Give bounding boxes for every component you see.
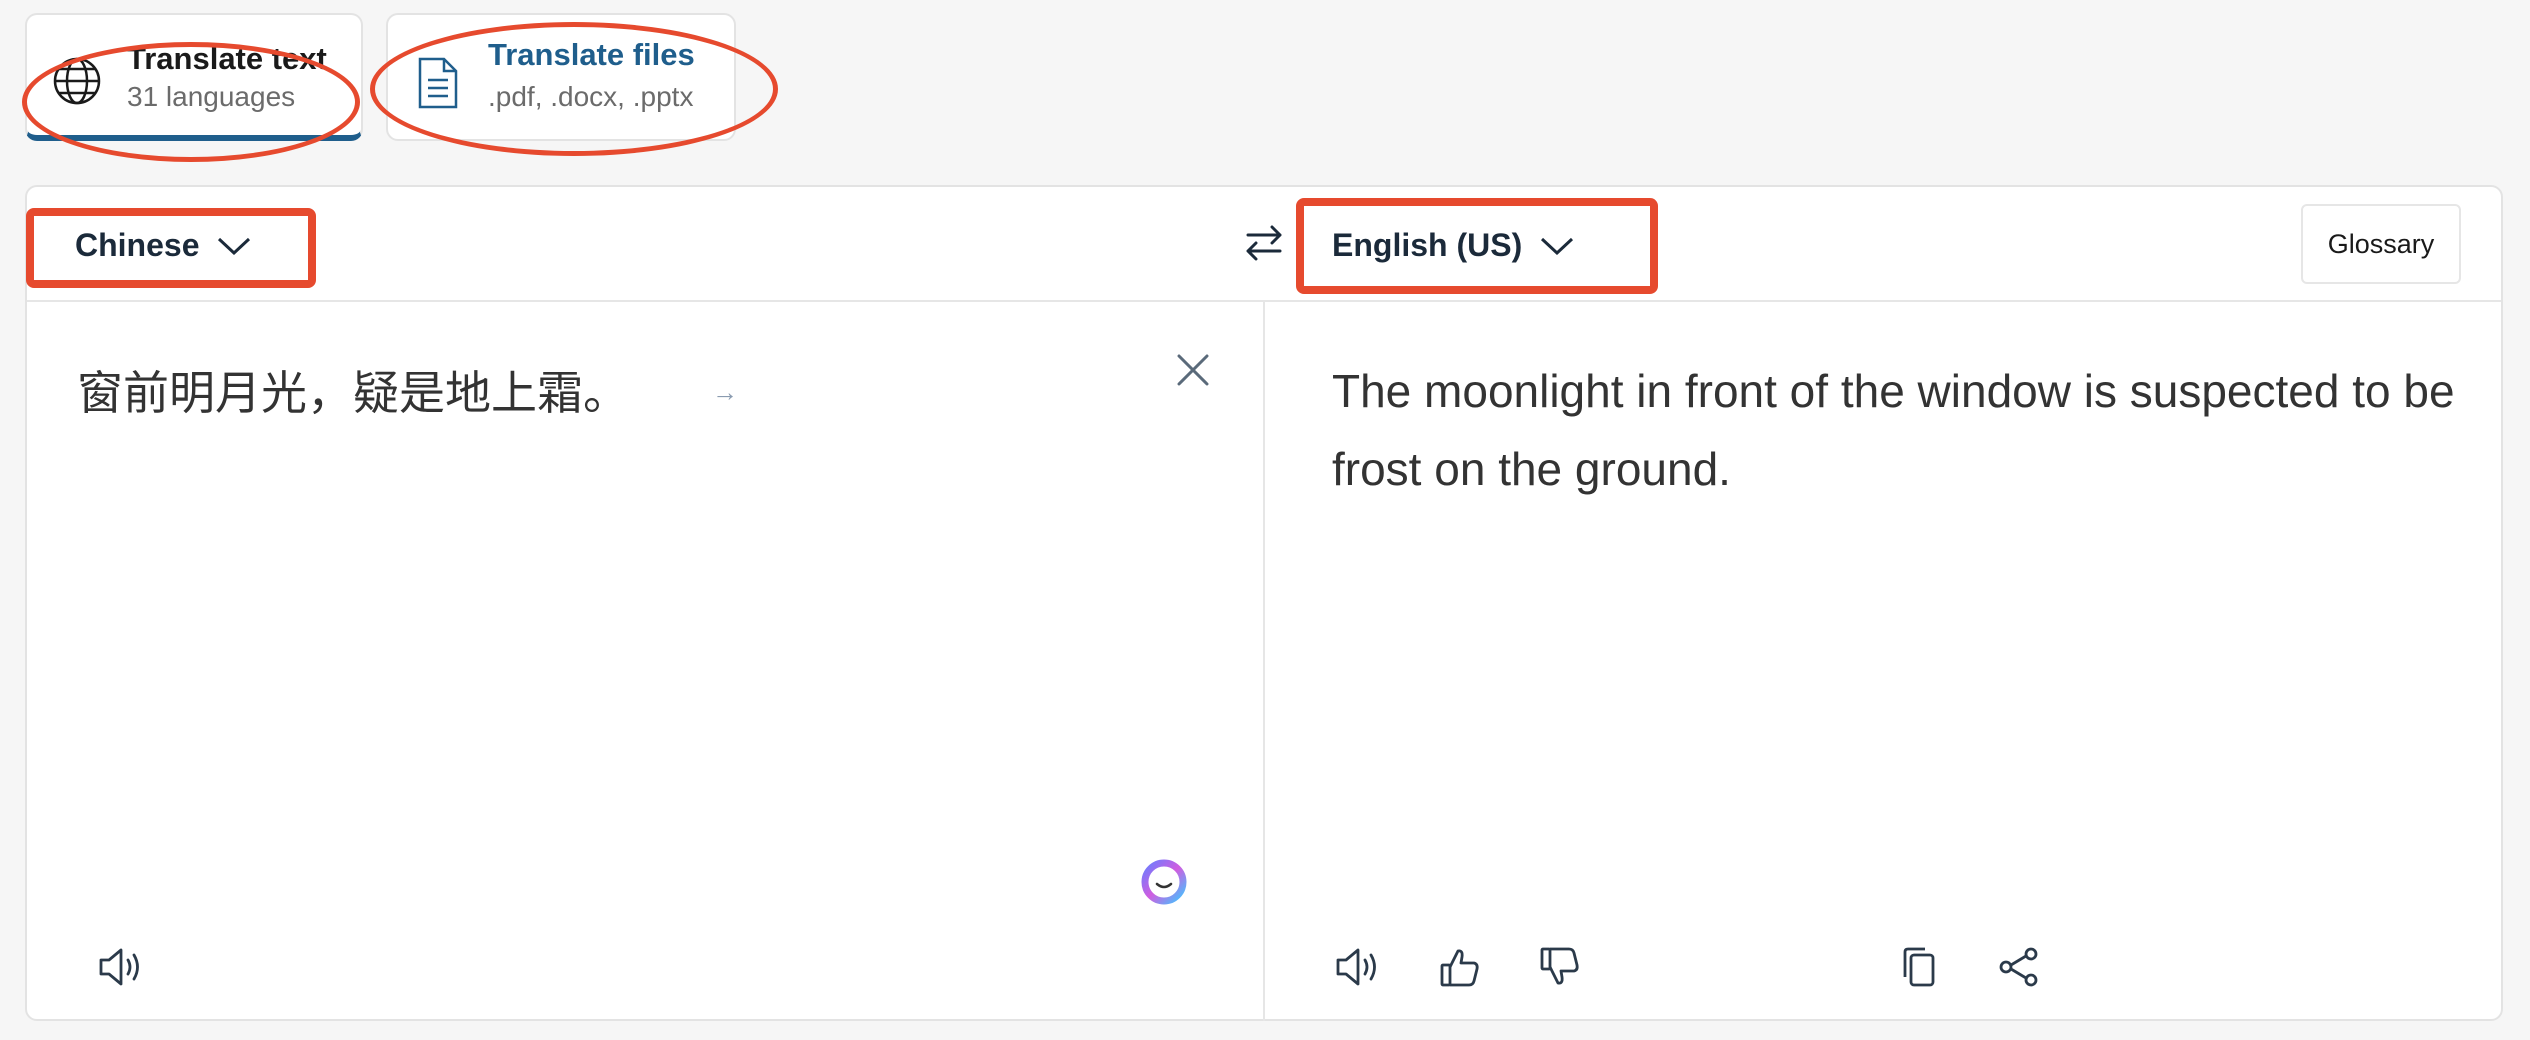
swap-arrows-icon bbox=[1242, 225, 1286, 269]
swap-languages-button[interactable] bbox=[1242, 221, 1292, 271]
tab-translate-files[interactable]: Translate files .pdf, .docx, .pptx bbox=[386, 13, 736, 141]
source-language-select[interactable]: Chinese bbox=[75, 217, 251, 273]
target-language-label: English (US) bbox=[1332, 226, 1523, 263]
source-language-label: Chinese bbox=[75, 226, 200, 263]
copy-button[interactable] bbox=[1889, 939, 1949, 999]
close-icon bbox=[1175, 354, 1211, 392]
target-listen-button[interactable] bbox=[1329, 939, 1389, 999]
glossary-button[interactable]: Glossary bbox=[2301, 204, 2461, 284]
globe-icon bbox=[52, 56, 102, 111]
share-icon bbox=[1997, 945, 2041, 994]
translation-output: The moonlight in front of the window is … bbox=[1332, 365, 2455, 495]
tab-translate-files-subtitle: .pdf, .docx, .pptx bbox=[488, 81, 694, 112]
thumbs-up-icon bbox=[1438, 945, 1482, 994]
chevron-down-icon bbox=[217, 227, 251, 264]
assistant-face-icon[interactable] bbox=[1137, 857, 1191, 907]
clear-source-button[interactable] bbox=[1175, 352, 1215, 392]
target-language-select[interactable]: English (US) bbox=[1332, 217, 1574, 273]
translator-panel: Chinese English (US) Glossary 窗前明月光，疑是地上… bbox=[25, 185, 2503, 1021]
pane-divider bbox=[1263, 302, 1265, 1021]
arrow-right-icon: → bbox=[712, 377, 738, 407]
language-toolbar: Chinese English (US) Glossary bbox=[27, 187, 2501, 302]
chevron-down-icon bbox=[1540, 227, 1574, 264]
source-listen-button[interactable] bbox=[92, 939, 152, 999]
like-button[interactable] bbox=[1430, 939, 1490, 999]
copy-icon bbox=[1899, 945, 1939, 994]
tab-translate-text-subtitle: 31 languages bbox=[127, 81, 296, 112]
speaker-icon bbox=[97, 945, 147, 994]
tab-translate-text-title: Translate text bbox=[127, 41, 327, 76]
dislike-button[interactable] bbox=[1530, 939, 1590, 999]
speaker-icon bbox=[1334, 945, 1384, 994]
share-button[interactable] bbox=[1989, 939, 2049, 999]
source-text-input[interactable]: 窗前明月光，疑是地上霜。 bbox=[77, 357, 629, 423]
thumbs-down-icon bbox=[1538, 945, 1582, 994]
document-icon bbox=[416, 56, 460, 115]
tab-translate-text[interactable]: Translate text 31 languages bbox=[25, 13, 363, 141]
tab-translate-files-title: Translate files bbox=[488, 37, 695, 72]
